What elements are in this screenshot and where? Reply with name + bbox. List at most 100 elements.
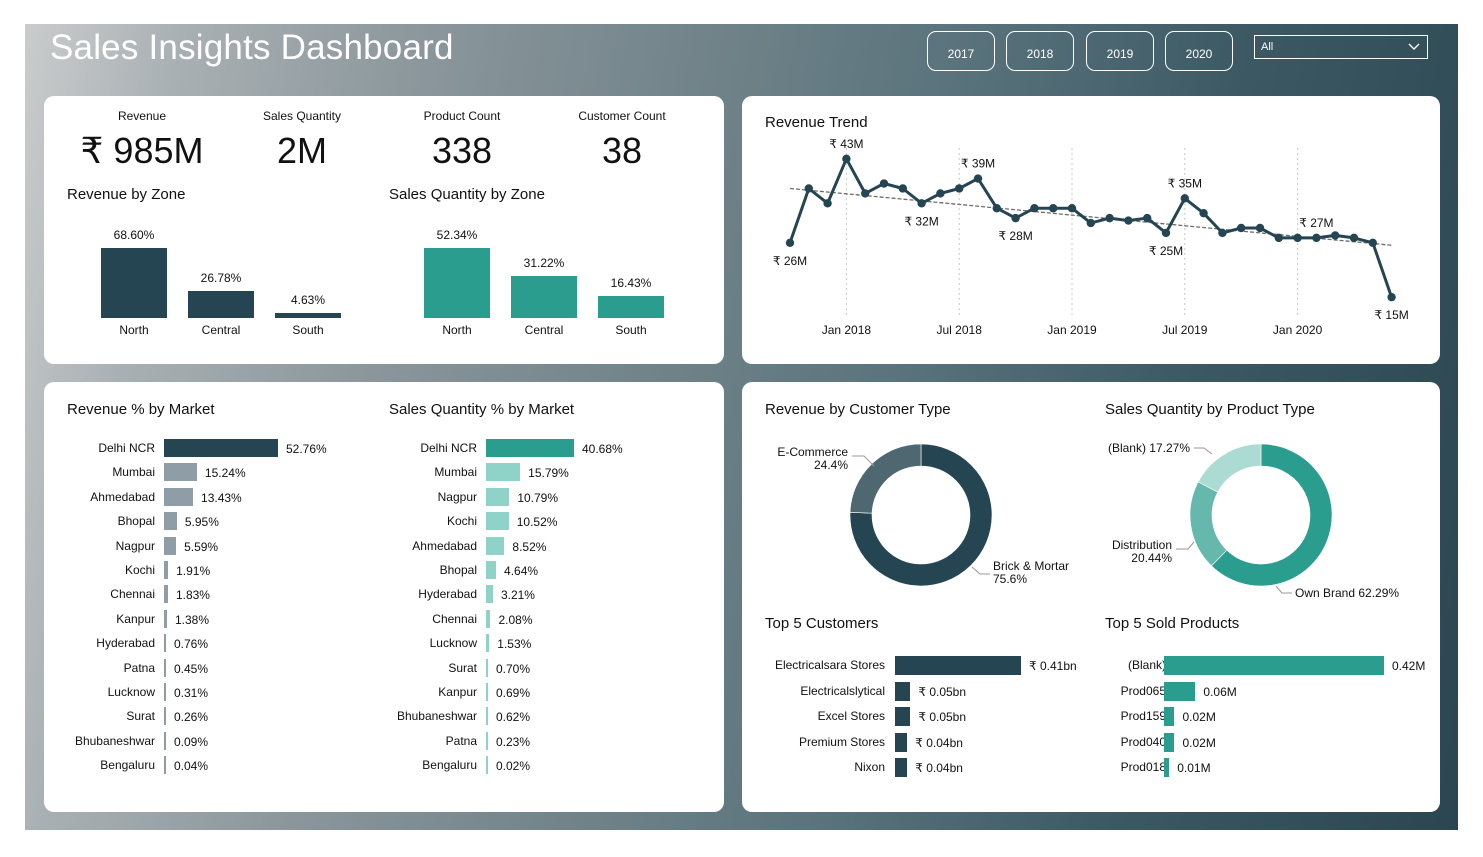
revenue-data-point [1255,223,1265,233]
revenue_by_zone-bar-central [188,290,254,318]
revenue_by_market-pct-label: 5.59% [184,539,219,554]
dropdown-value: All [1261,41,1274,53]
top_customers-name-label: Premium Stores [798,734,885,749]
qty_by_market-bar [486,634,490,653]
revenue_by_zone-zone-label: South [292,323,324,337]
qty_by_market-bar [486,536,505,555]
revenue_by_market-pct-label: 0.09% [174,734,209,749]
revenue_by_market-pct-label: 0.04% [174,759,209,774]
revenue_by_zone-bar-south [275,313,341,318]
kpi-zone-panel: Revenue ₹ 985M Sales Quantity 2M Product… [44,96,724,364]
revenue-data-label: ₹ 39M [961,157,995,171]
kpi-customer-count-label: Customer Count [578,109,666,123]
qty_by_market-market-label: Patna [445,733,477,748]
qty_by_market-market-label: Delhi NCR [420,441,477,455]
year-filter-2017[interactable]: 2017 [927,31,995,71]
kpi-revenue-value: ₹ 985M [80,130,204,171]
top_products-bar [1164,758,1170,778]
own-brand-label: Own Brand 62.29% [1295,586,1399,600]
qty-by-market-title: Sales Quantity % by Market [389,401,575,418]
revenue-data-label: ₹ 27M [1299,216,1333,230]
qty_by_market-market-label: Kochi [446,514,477,529]
revenue_by_market-pct-label: 15.24% [204,466,246,481]
revenue-data-point [1293,233,1302,243]
kpi-product-count-label: Product Count [423,109,501,123]
top_customers-value-label: ₹ 0.05bn [918,710,967,725]
qty_by_market-bar [486,658,488,677]
revenue_by_market-bar [164,731,166,750]
kpi-product-count-value: 338 [431,130,493,171]
revenue_by_market-pct-label: 1.83% [175,588,210,603]
top_products-bar [1164,681,1196,701]
top_products-name-label: Prod040 [1120,734,1166,749]
revenue_by_zone-value-label: 26.78% [200,270,242,285]
qty_by_market-pct-label: 40.68% [582,442,623,456]
revenue-by-market-title: Revenue % by Market [67,401,215,418]
revenue-data-point [1331,231,1340,240]
donut-slice-distribution [1189,481,1228,567]
ecommerce-pct-label: 24.4% [814,458,848,472]
top_customers-value-label: ₹ 0.04bn [915,761,963,776]
revenue_by_market-market-label: Delhi NCR [98,441,155,455]
qty_by_market-pct-label: 3.21% [500,588,535,603]
qty_by_zone-zone-label: South [615,323,647,337]
revenue_by_zone-zone-label: North [119,323,149,337]
revenue_by_market-bar [164,658,166,677]
qty_by_market-pct-label: 0.70% [496,661,531,676]
qty_by_market-pct-label: 8.52% [512,539,547,554]
qty_by_market-market-label: Nagpur [437,489,477,504]
revenue-data-label: ₹ 26M [773,254,807,268]
qty_by_market-market-label: Kanpur [438,685,477,699]
qty_by_market-bar [486,707,488,726]
revenue_by_market-market-label: Kanpur [116,611,155,626]
revenue-trend-panel: Revenue Trend Jan 2018 Jul 2018 Jan 2019 Ju… [742,96,1440,364]
trend-x-tick: Jan 2018 [822,323,872,337]
revenue-data-point [1011,213,1020,223]
kpi-revenue-label: Revenue [117,109,167,123]
blank-leader-line [1194,447,1213,455]
revenue_by_market-pct-label: 1.38% [174,612,209,627]
top_customers-name-label: Nixon [854,760,885,775]
qty_by_zone-bar-south [598,296,664,318]
qty_by_zone-value-label: 16.43% [610,276,652,291]
revenue-data-point [898,184,907,193]
revenue-data-point [1387,292,1396,302]
qty_by_market-market-label: Chennai [432,611,477,626]
revenue_by_market-pct-label: 5.95% [184,515,219,530]
trend-x-tick: Jan 2019 [1047,323,1097,337]
blank-product-label: (Blank) 17.27% [1108,441,1190,455]
revenue-data-label: ₹ 35M [1168,176,1202,190]
top_products-value-label: 0.02M [1182,710,1216,725]
qty_by_market-pct-label: 10.79% [517,490,559,505]
year-filter-2018[interactable]: 2018 [1006,31,1074,71]
top_products-value-label: 0.42M [1392,659,1426,673]
revenue-data-point [861,189,870,198]
revenue_by_market-market-label: Bhopal [117,514,155,529]
revenue_by_market-market-label: Ahmedabad [90,489,155,504]
revenue-data-point [917,199,926,208]
top_customers-bar [895,656,1021,675]
top_customers-bar [895,707,911,727]
revenue-data-point [992,204,1001,213]
revenue-data-point [1180,194,1189,203]
qty_by_market-pct-label: 4.64% [504,564,539,578]
qty_by_market-bar [486,585,493,604]
revenue-data-point [1274,233,1283,243]
revenue_by_market-bar [164,463,197,482]
qty_by_zone-bar-north [424,248,490,318]
year-filter-2019[interactable]: 2019 [1086,31,1154,71]
revenue-data-label: ₹ 43M [829,137,863,151]
top_products-value-label: 0.01M [1177,761,1211,776]
revenue-data-point [955,184,964,193]
qty_by_market-bar [486,609,491,628]
year-filter-2020[interactable]: 2020 [1165,31,1233,71]
chevron-down-icon [1408,43,1420,50]
market-dropdown[interactable]: All [1254,35,1428,59]
qty_by_market-bar [486,731,488,750]
trend-x-tick: Jan 2020 [1273,323,1323,337]
qty_by_market-pct-label: 2.08% [498,612,533,627]
revenue_by_market-bar [164,561,169,579]
top_customers-name-label: Electricalslytical [800,683,885,698]
qty_by_market-bar [486,487,510,506]
revenue_by_market-market-label: Patna [123,660,155,675]
